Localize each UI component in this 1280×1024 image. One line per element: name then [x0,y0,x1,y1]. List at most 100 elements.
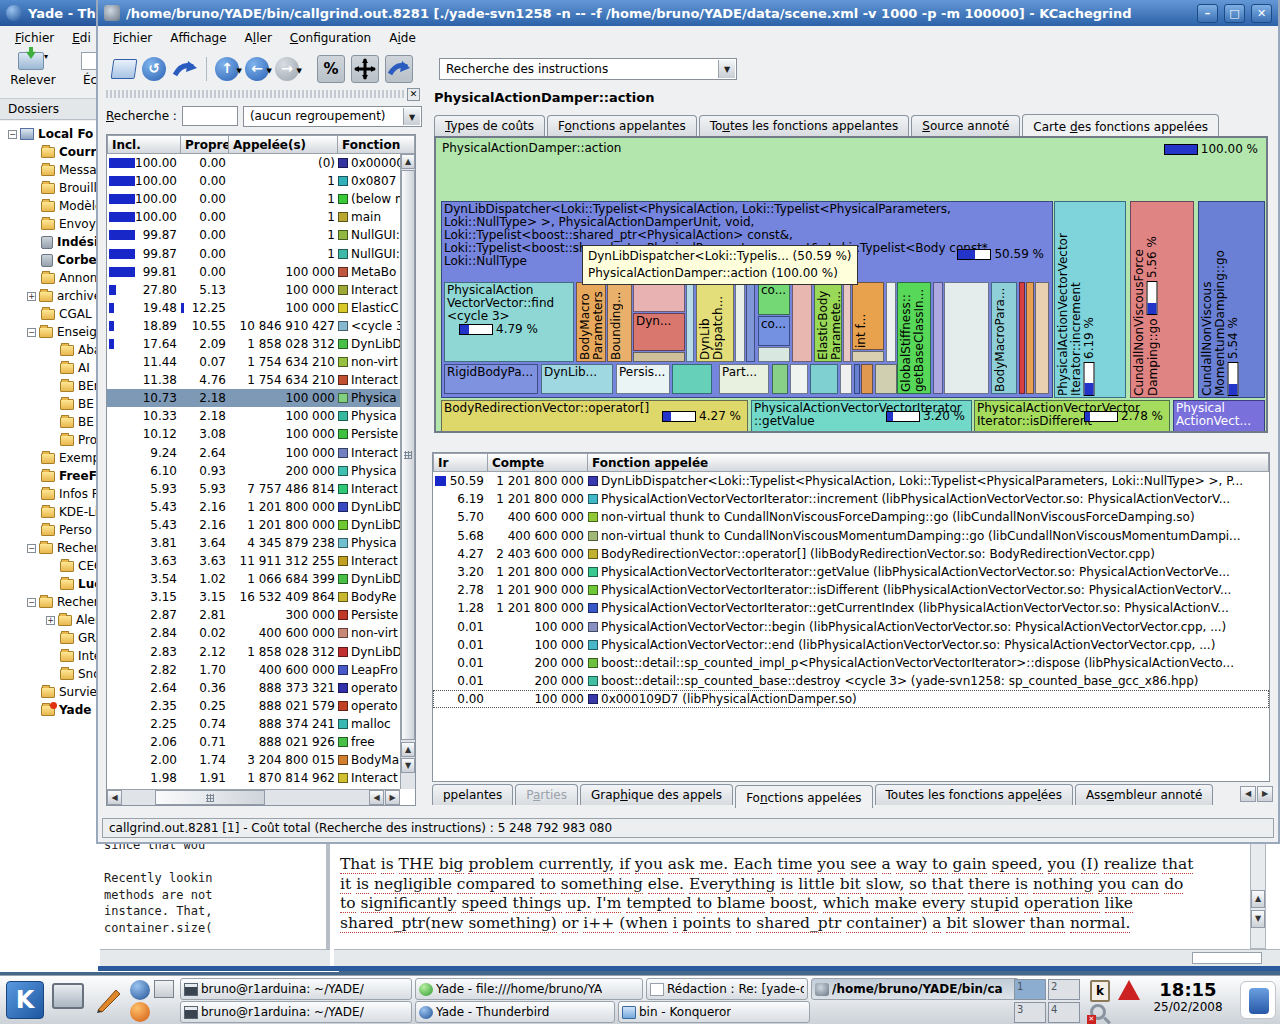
kcachegrind-titlebar[interactable]: /home/bruno/YADE/bin/callgrind.out.8281 … [98,0,1278,26]
collapse-icon[interactable]: − [8,130,17,139]
thunderbird-launcher-icon[interactable] [130,980,150,1000]
kmenu-button[interactable]: K [6,981,44,1019]
tab-source-annot-[interactable]: Source annoté [911,115,1020,136]
pager-desktop-4[interactable]: 4 [1048,1002,1080,1023]
treemap-block[interactable] [735,282,745,362]
menu-affichage[interactable]: Affichage [161,27,235,49]
function-row[interactable]: 5.432.161 201 800 000DynLibD [107,516,415,534]
treemap-block[interactable] [758,347,790,362]
scroll-up-button[interactable]: ▲ [401,154,415,169]
treemap-block[interactable]: CundallNonViscousForce Damping::go 5.56 … [1130,201,1194,398]
tab-ppelantes[interactable]: ppelantes [432,784,513,805]
tab-scroll-right[interactable]: ▶ [1257,786,1273,802]
function-row[interactable]: 2.821.70400 600 000LeapFro [107,661,415,679]
function-row[interactable]: 1.981.911 870 814 962Interact [107,769,415,787]
function-row[interactable]: 2.250.74888 374 241malloc [107,715,415,733]
call-row[interactable]: 0.01100 000PhysicalActionVectorVector::e… [433,636,1269,654]
function-row[interactable]: 3.541.021 066 684 399DynLibD [107,570,415,588]
menu-fichier[interactable]: Fichier [104,27,161,49]
task-button[interactable]: Yade - file:///home/bruno/YA [415,978,643,1000]
menu-fichier[interactable]: Fichier [6,27,63,49]
tab-parties[interactable]: Parties [515,784,578,805]
back-arrow-icon[interactable]: ←▼ [245,57,269,81]
treemap-block[interactable] [672,364,712,394]
treemap-block[interactable]: Persis... [616,364,670,394]
tab-scroll-left[interactable]: ◀ [1240,786,1256,802]
treemap-block[interactable]: PhysicalActionVectorVector Iterator::isD… [974,400,1170,432]
expand-icon[interactable]: + [46,616,55,625]
treemap-block[interactable]: ElasticBody Paramete... [814,282,842,362]
treemap-block[interactable] [1035,282,1049,394]
function-row[interactable]: 2.840.02400 600 000non-virt [107,624,415,642]
function-row[interactable]: 10.732.18100 000Physica [107,389,415,407]
scroll-up-button[interactable]: ▲ [1251,890,1265,908]
search-tray-icon[interactable]: ✕ [1090,1004,1106,1020]
dock-hscrollbar[interactable]: ◀ ◀ ▶ [107,789,400,805]
task-button[interactable]: bruno@r1arduina: ~/YADE/ [180,1001,412,1023]
function-row[interactable]: 5.935.937 757 486 814Interact [107,480,415,498]
compose-text-area[interactable]: That is THE big problem currently, if yo… [334,843,1280,949]
function-row[interactable]: 9.242.64100 000Interact [107,444,415,462]
call-row[interactable]: 0.00100 0000x000109D7 (libPhysicalAction… [433,690,1269,708]
function-row[interactable]: 2.640.36888 373 321operato [107,679,415,697]
collapse-icon[interactable]: − [27,328,36,337]
event-type-combo[interactable]: Recherche des instructions ▼ [439,58,737,80]
tab-toutes-les-fonctions-appelantes[interactable]: Toutes les fonctions appelantes [699,115,910,136]
treemap-block[interactable]: BodyMacro Parameters ::getBase... [576,282,606,362]
scroll-left-button[interactable]: ◀ [369,790,384,805]
treemap-block[interactable] [843,282,851,362]
dock-vscrollbar[interactable]: ▲ ▲ ▼ [400,154,415,789]
function-row[interactable]: 2.350.25888 021 579operato [107,697,415,715]
task-button[interactable]: /home/bruno/YADE/bin/ca [811,978,1019,1000]
col-header-incl[interactable]: Incl. [107,135,181,154]
treemap-block[interactable] [810,364,838,394]
call-row[interactable]: 2.781 201 900 000PhysicalActionVectorVec… [433,581,1269,599]
pager-desktop-1[interactable]: 1 [1014,979,1046,1000]
function-row[interactable]: 19.4812.25100 000ElasticC [107,299,415,317]
pager-desktop-2[interactable]: 2 [1048,979,1080,1000]
code-pane[interactable]: since that wou Recently lookinmethods ar… [100,843,330,949]
col-header-fonction-appelee[interactable]: Fonction appelée [588,453,1269,472]
function-row[interactable]: 99.870.001NullGUI: [107,226,415,244]
menu-configuration[interactable]: Configuration [281,27,380,49]
menu-aller[interactable]: Aller [236,27,281,49]
treemap-block[interactable]: Dyn... [633,313,685,351]
scroll-down-button[interactable]: ▼ [1251,910,1265,928]
tab-graphique-des-appels[interactable]: Graphique des appels [580,784,733,805]
treemap-block[interactable] [840,364,852,394]
treemap-block[interactable]: PhysicalActionVectorVector Iterator::inc… [1054,201,1126,398]
pan-toggle[interactable] [351,55,379,83]
treemap-block[interactable] [933,282,943,394]
pager-desktop-3[interactable]: 3 [1014,1002,1046,1023]
tab-fonctions-appelantes[interactable]: Fonctions appelantes [547,115,697,136]
treemap-block[interactable] [944,282,989,394]
back-icon[interactable]: ↺ [142,57,166,81]
function-row[interactable]: 100.000.00(0)0x00000 [107,154,415,172]
function-row[interactable]: 99.810.00100 000MetaBo [107,263,415,281]
percent-toggle[interactable]: % [317,55,345,83]
function-row[interactable]: 11.440.071 754 634 210non-virt [107,353,415,371]
function-row[interactable]: 11.384.761 754 634 210Interact [107,371,415,389]
task-button[interactable]: Yade - Thunderbird [415,1001,615,1023]
treemap-block[interactable] [790,364,808,394]
function-row[interactable]: 99.870.001NullGUI: [107,244,415,262]
treemap-block[interactable]: co... [758,316,790,346]
treemap-block[interactable]: PhysicalActionVectorVectorIterator ::get… [751,400,972,432]
function-row[interactable]: 100.000.0010x0807 [107,172,415,190]
treemap-block[interactable] [686,282,694,362]
expand-icon[interactable]: + [27,292,36,301]
call-row[interactable]: 5.70400 600 000non-virtual thunk to Cund… [433,508,1269,526]
collapse-icon[interactable]: − [27,598,36,607]
function-row[interactable]: 10.332.18100 000Physica [107,407,415,425]
treemap-block[interactable]: DynLib... [541,364,613,394]
tab-assembleur-annot-[interactable]: Assembleur annoté [1075,784,1213,805]
function-row[interactable]: 2.060.71888 021 926free [107,733,415,751]
call-row[interactable]: 50.591 201 800 000DynLibDispatcher<Loki:… [433,472,1269,490]
function-row[interactable]: 17.642.091 858 028 312DynLibD [107,335,415,353]
grouping-combo[interactable]: (aucun regroupement) ▼ [243,106,422,127]
treemap-block[interactable]: CundallNonViscous MomentumDamping::go 5.… [1198,201,1265,398]
pen-launcher-icon[interactable] [94,984,124,1014]
alarm-icon[interactable] [1118,980,1140,1000]
col-header-propre[interactable]: Propre [181,135,229,154]
firefox-launcher-icon[interactable] [130,1002,150,1022]
